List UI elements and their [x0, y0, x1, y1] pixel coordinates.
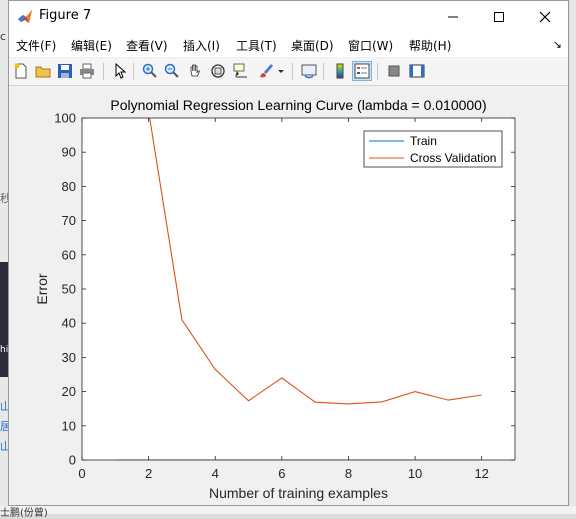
menu-overflow-icon[interactable]: ↘ — [553, 38, 562, 51]
menu-bar: 文件(F) 编辑(E) 查看(V) 插入(I) 工具(T) 桌面(D) 窗口(W… — [9, 32, 568, 57]
learning-curve-chart[interactable]: 0 2 4 6 8 10 12 0 10 20 30 40 50 60 70 80 90 100 Polynomi… — [9, 86, 568, 505]
y-tick-label: 30 — [62, 350, 76, 365]
save-icon[interactable] — [55, 61, 75, 81]
pointer-icon[interactable] — [110, 61, 130, 81]
zoom-out-icon[interactable] — [162, 61, 182, 81]
figure-canvas[interactable]: 0 2 4 6 8 10 12 0 10 20 30 40 50 60 70 80 90 100 Polynomi… — [9, 86, 568, 505]
toolbar-separator — [377, 63, 378, 80]
close-button[interactable] — [522, 1, 568, 32]
print-icon[interactable] — [77, 61, 97, 81]
background-thumbnail — [0, 262, 8, 377]
brush-dropdown-icon[interactable] — [276, 61, 286, 81]
minimize-icon — [448, 16, 458, 17]
x-tick-label: 4 — [212, 466, 219, 481]
insert-legend-icon[interactable] — [352, 61, 372, 81]
background-text-fragment: hi — [0, 345, 9, 355]
title-bar[interactable]: Figure 7 — [9, 1, 568, 32]
background-window-right — [570, 0, 576, 514]
menu-edit[interactable]: 编辑(E) — [71, 37, 112, 54]
toolbar-separator — [133, 63, 134, 80]
figure-window: Figure 7 文件(F) 编辑(E) 查看(V) 插入(I) 工具(T) 桌… — [8, 0, 569, 506]
show-plot-tools-icon[interactable] — [407, 61, 427, 81]
background-window-bottom — [0, 506, 576, 514]
x-tick-label: 12 — [474, 466, 488, 481]
background-text-fragment: c — [0, 30, 7, 43]
menu-help[interactable]: 帮助(H) — [409, 37, 451, 54]
menu-tools[interactable]: 工具(T) — [236, 37, 277, 54]
toolbar-separator — [292, 63, 293, 80]
maximize-icon — [494, 11, 504, 22]
minimize-button[interactable] — [430, 1, 476, 32]
x-tick-label: 8 — [345, 466, 352, 481]
new-figure-icon[interactable] — [11, 61, 31, 81]
hide-plot-tools-icon[interactable] — [384, 61, 404, 81]
insert-colorbar-icon[interactable] — [330, 61, 350, 81]
y-tick-label: 70 — [62, 213, 76, 228]
menu-desktop[interactable]: 桌面(D) — [291, 37, 334, 54]
y-axis-label: Error — [34, 273, 50, 304]
y-tick-label: 0 — [69, 453, 76, 468]
legend-entry: Train — [410, 134, 437, 148]
menu-view[interactable]: 查看(V) — [126, 37, 168, 54]
menu-insert[interactable]: 插入(I) — [183, 37, 220, 54]
data-cursor-icon[interactable] — [231, 61, 251, 81]
background-text-fragment: 士鹏(份曾) — [0, 508, 48, 519]
legend-entry: Cross Validation — [410, 151, 496, 165]
x-tick-label: 10 — [408, 466, 422, 481]
matlab-icon — [17, 9, 33, 25]
y-tick-label: 20 — [62, 384, 76, 399]
x-tick-label: 6 — [278, 466, 285, 481]
x-axis-label: Number of training examples — [209, 485, 388, 501]
toolbar-separator — [103, 63, 104, 80]
x-tick-label: 2 — [145, 466, 152, 481]
zoom-in-icon[interactable] — [140, 61, 160, 81]
rotate-3d-icon[interactable] — [208, 61, 228, 81]
menu-file[interactable]: 文件(F) — [16, 37, 56, 54]
pan-icon[interactable] — [185, 61, 205, 81]
brush-icon[interactable] — [256, 61, 276, 81]
figure-toolbar — [9, 58, 568, 86]
y-tick-label: 100 — [54, 111, 76, 126]
axes-background — [82, 118, 515, 460]
y-tick-label: 80 — [62, 179, 76, 194]
maximize-button[interactable] — [476, 1, 522, 32]
y-tick-label: 90 — [62, 145, 76, 160]
chart-title: Polynomial Regression Learning Curve (la… — [110, 97, 486, 113]
legend[interactable]: Train Cross Validation — [363, 130, 503, 168]
link-plot-icon[interactable] — [299, 61, 319, 81]
background-window-left — [0, 0, 8, 514]
y-tick-label: 40 — [62, 316, 76, 331]
toolbar-separator — [323, 63, 324, 80]
x-tick-label: 0 — [78, 466, 85, 481]
window-title: Figure 7 — [39, 8, 92, 23]
open-icon[interactable] — [33, 61, 53, 81]
y-tick-label: 60 — [62, 247, 76, 262]
close-icon — [539, 11, 551, 22]
menu-window[interactable]: 窗口(W) — [348, 37, 393, 54]
y-tick-label: 10 — [62, 418, 76, 433]
y-tick-label: 50 — [62, 282, 76, 297]
